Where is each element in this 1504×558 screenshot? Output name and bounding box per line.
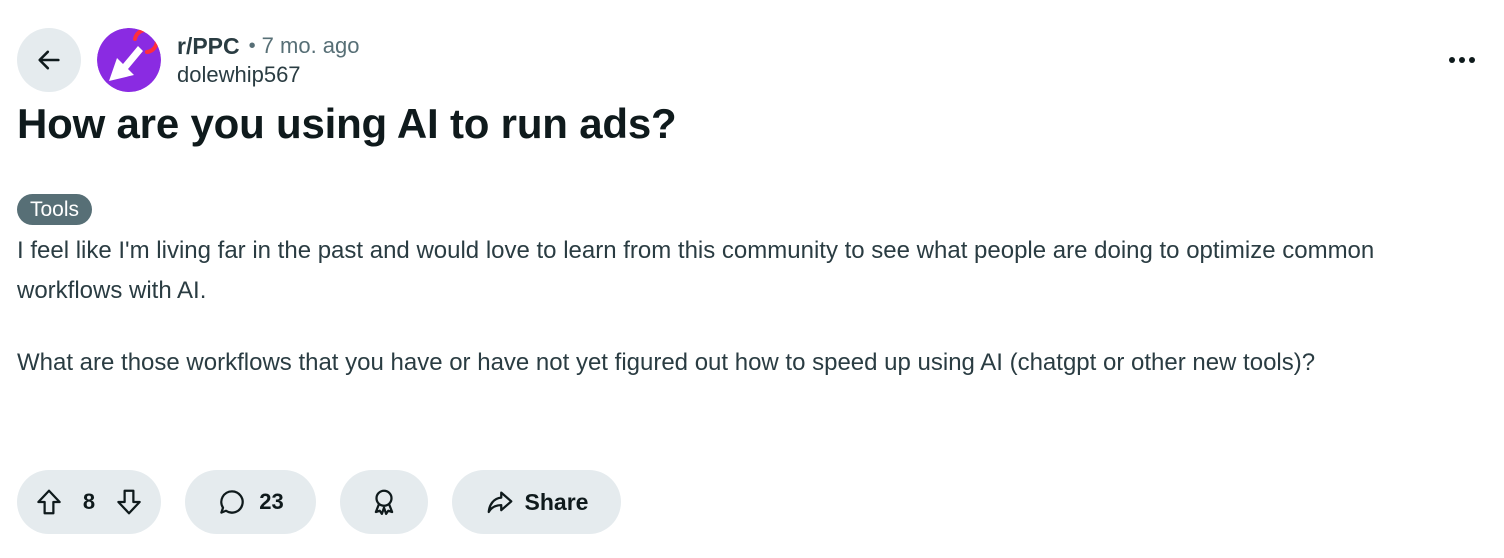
upvote-button[interactable] (23, 476, 75, 528)
author-link[interactable]: dolewhip567 (177, 62, 301, 88)
post-flair[interactable]: Tools (17, 194, 93, 225)
subreddit-avatar[interactable] (97, 28, 161, 92)
award-button[interactable] (340, 470, 428, 534)
comment-count: 23 (259, 489, 284, 514)
post-title: How are you using AI to run ads? (17, 100, 677, 147)
share-button[interactable]: Share (452, 470, 621, 534)
ellipsis-icon (1448, 56, 1476, 64)
share-arrow-icon (485, 487, 515, 517)
post-meta: r/PPC • 7 mo. ago (177, 31, 360, 61)
share-label: Share (524, 488, 589, 515)
arrow-down-icon (114, 487, 144, 517)
separator-dot: • (248, 34, 256, 57)
vote-count: 8 (82, 489, 96, 514)
comments-button[interactable]: 23 (185, 470, 316, 534)
post-paragraph: What are those workflows that you have o… (17, 349, 1316, 376)
downvote-button[interactable] (103, 476, 155, 528)
award-icon (369, 487, 399, 517)
post-body: I feel like I'm living far in the past a… (17, 231, 1467, 415)
post-paragraph: I feel like I'm living far in the past a… (17, 237, 1375, 304)
subreddit-link[interactable]: r/PPC (177, 33, 240, 60)
vote-bar: 8 (17, 470, 161, 534)
post-age: 7 mo. ago (261, 33, 360, 58)
arrow-up-icon (34, 487, 64, 517)
back-button[interactable] (17, 28, 81, 92)
speech-bubble-icon (217, 487, 247, 517)
more-options-button[interactable] (1436, 36, 1488, 84)
arrow-left-icon (35, 46, 63, 74)
